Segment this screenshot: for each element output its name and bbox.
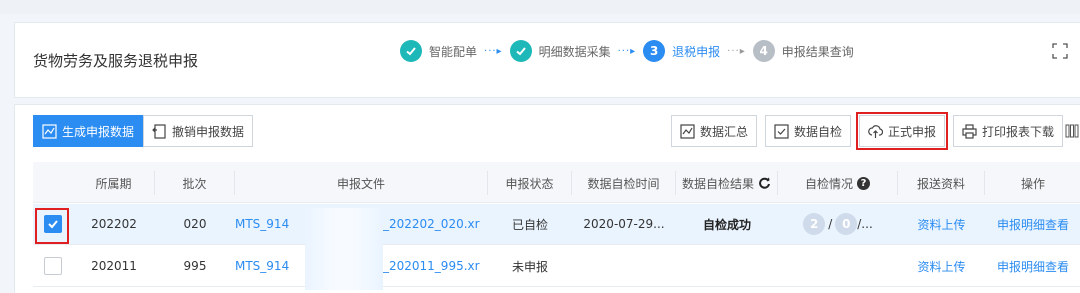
step-detail-collection[interactable]: 明细数据采集 bbox=[509, 40, 611, 62]
step-number: 3 bbox=[643, 40, 666, 62]
row-checkbox[interactable] bbox=[44, 257, 62, 275]
column-header: 所属期 bbox=[73, 171, 155, 195]
chart-icon bbox=[42, 123, 57, 139]
formal-declare-button[interactable]: 正式申报 bbox=[856, 112, 949, 150]
highlight-box bbox=[35, 208, 69, 244]
revoke-data-button[interactable]: 撤销申报数据 bbox=[143, 115, 254, 147]
print-download-button[interactable]: 打印报表下载 bbox=[953, 115, 1064, 147]
step-label: 明细数据采集 bbox=[538, 44, 611, 59]
check-status-cell bbox=[778, 246, 898, 286]
column-header: 报送资料 bbox=[898, 171, 985, 195]
count-badge[interactable]: 0 bbox=[835, 213, 858, 235]
generate-data-label: 生成申报数据 bbox=[62, 124, 135, 139]
step-label: 退税申报 bbox=[672, 44, 721, 59]
cloud-upload-icon bbox=[868, 124, 884, 138]
batch-cell: 995 bbox=[183, 259, 207, 273]
toolbar-left: 生成申报数据 撤销申报数据 bbox=[33, 115, 254, 147]
file-name-prefix[interactable]: MTS_914 bbox=[235, 204, 305, 244]
print-download-label: 打印报表下载 bbox=[982, 124, 1055, 139]
count-badge[interactable]: 2 bbox=[803, 213, 826, 235]
check-icon bbox=[509, 40, 532, 62]
column-header: 申报文件 bbox=[235, 171, 488, 195]
column-header: 数据自检结果 bbox=[681, 176, 754, 191]
page-title: 货物劳务及服务退税申报 bbox=[33, 52, 199, 70]
table-row[interactable]: 202011 995 MTS_914 _202011_995.xr 未申报 资料… bbox=[33, 246, 1080, 287]
expand-icon[interactable] bbox=[1052, 43, 1068, 59]
step-label: 申报结果查询 bbox=[781, 44, 854, 59]
check-status-cell: 2 / 0 /... bbox=[778, 204, 898, 244]
formal-declare-label: 正式申报 bbox=[888, 124, 937, 139]
step-tax-refund-declaration[interactable]: 3 退税申报 bbox=[643, 40, 720, 62]
upload-link[interactable]: 资料上传 bbox=[898, 204, 985, 244]
data-summary-label: 数据汇总 bbox=[700, 124, 749, 139]
refresh-icon[interactable] bbox=[758, 177, 771, 190]
step-label: 智能配单 bbox=[429, 44, 478, 59]
column-header: 申报状态 bbox=[488, 171, 572, 195]
data-summary-button[interactable]: 数据汇总 bbox=[671, 115, 758, 147]
status-cell: 已自检 bbox=[511, 217, 548, 232]
check-status-tail: /... bbox=[857, 217, 873, 231]
column-header: 批次 bbox=[155, 171, 235, 195]
generate-data-button[interactable]: 生成申报数据 bbox=[33, 115, 144, 147]
step-arrow: ···▸ bbox=[617, 45, 637, 57]
check-time-cell: 2020-07-29... bbox=[583, 217, 665, 231]
column-header: 数据自检时间 bbox=[572, 171, 676, 195]
row-select-cell bbox=[33, 246, 73, 286]
chart-icon bbox=[680, 123, 695, 139]
revoke-icon bbox=[152, 123, 166, 139]
file-name-prefix[interactable]: MTS_914 bbox=[235, 246, 305, 286]
step-indicator: 智能配单 ···▸ 明细数据采集 ···▸ 3 退税申报 ···▸ 4 申报结果… bbox=[400, 38, 854, 64]
self-check-status-header: 自检情况 ? bbox=[778, 171, 898, 195]
file-name-suffix[interactable]: _202202_020.xr bbox=[383, 204, 488, 244]
upload-link[interactable]: 资料上传 bbox=[898, 246, 985, 286]
period-cell: 202202 bbox=[91, 217, 137, 231]
help-icon[interactable]: ? bbox=[857, 176, 870, 190]
table-row[interactable]: 202202 020 MTS_914 _202202_020.xr 已自检 20… bbox=[33, 204, 1080, 245]
data-self-check-label: 数据自检 bbox=[794, 124, 843, 139]
column-header: 操作 bbox=[1020, 176, 1045, 191]
redacted-area bbox=[305, 208, 383, 290]
batch-cell: 020 bbox=[183, 217, 207, 231]
revoke-data-label: 撤销申报数据 bbox=[172, 124, 245, 139]
top-strip bbox=[0, 0, 1080, 14]
detail-link[interactable]: 申报明细查看 bbox=[985, 246, 1080, 286]
status-cell: 未申报 bbox=[511, 259, 548, 274]
check-box-icon bbox=[774, 123, 789, 139]
printer-icon bbox=[962, 123, 977, 139]
step-arrow: ···▸ bbox=[727, 45, 746, 57]
check-time-cell bbox=[572, 246, 676, 286]
check-icon bbox=[400, 40, 422, 62]
column-header: 自检情况 bbox=[804, 176, 853, 191]
file-name-suffix[interactable]: _202011_995.xr bbox=[383, 246, 488, 286]
toolbar-right: 数据汇总 数据自检 正式申报 打印报表下载 bbox=[671, 112, 1071, 150]
detail-link[interactable]: 申报明细查看 bbox=[985, 204, 1080, 244]
step-smart-matching[interactable]: 智能配单 bbox=[400, 40, 477, 62]
step-number: 4 bbox=[752, 40, 775, 62]
step-result-query[interactable]: 4 申报结果查询 bbox=[752, 40, 854, 62]
select-column-header bbox=[33, 171, 73, 195]
self-check-result-header: 数据自检结果 bbox=[676, 171, 778, 195]
table-card: 生成申报数据 撤销申报数据 数据汇总 数据自检 正式申报 打印报表下载 所属期 … bbox=[14, 104, 1080, 293]
step-arrow: ···▸ bbox=[484, 45, 503, 57]
table-header-row: 所属期 批次 申报文件 申报状态 数据自检时间 数据自检结果 自检情况 ? 报送… bbox=[33, 162, 1080, 203]
data-self-check-button[interactable]: 数据自检 bbox=[765, 115, 852, 147]
check-result-cell bbox=[676, 246, 778, 286]
period-cell: 202011 bbox=[91, 259, 137, 273]
header-card: 货物劳务及服务退税申报 智能配单 ···▸ 明细数据采集 ···▸ 3 退税申报… bbox=[14, 22, 1080, 98]
column-settings-icon[interactable] bbox=[1065, 124, 1079, 138]
check-result-cell: 自检成功 bbox=[702, 217, 751, 232]
